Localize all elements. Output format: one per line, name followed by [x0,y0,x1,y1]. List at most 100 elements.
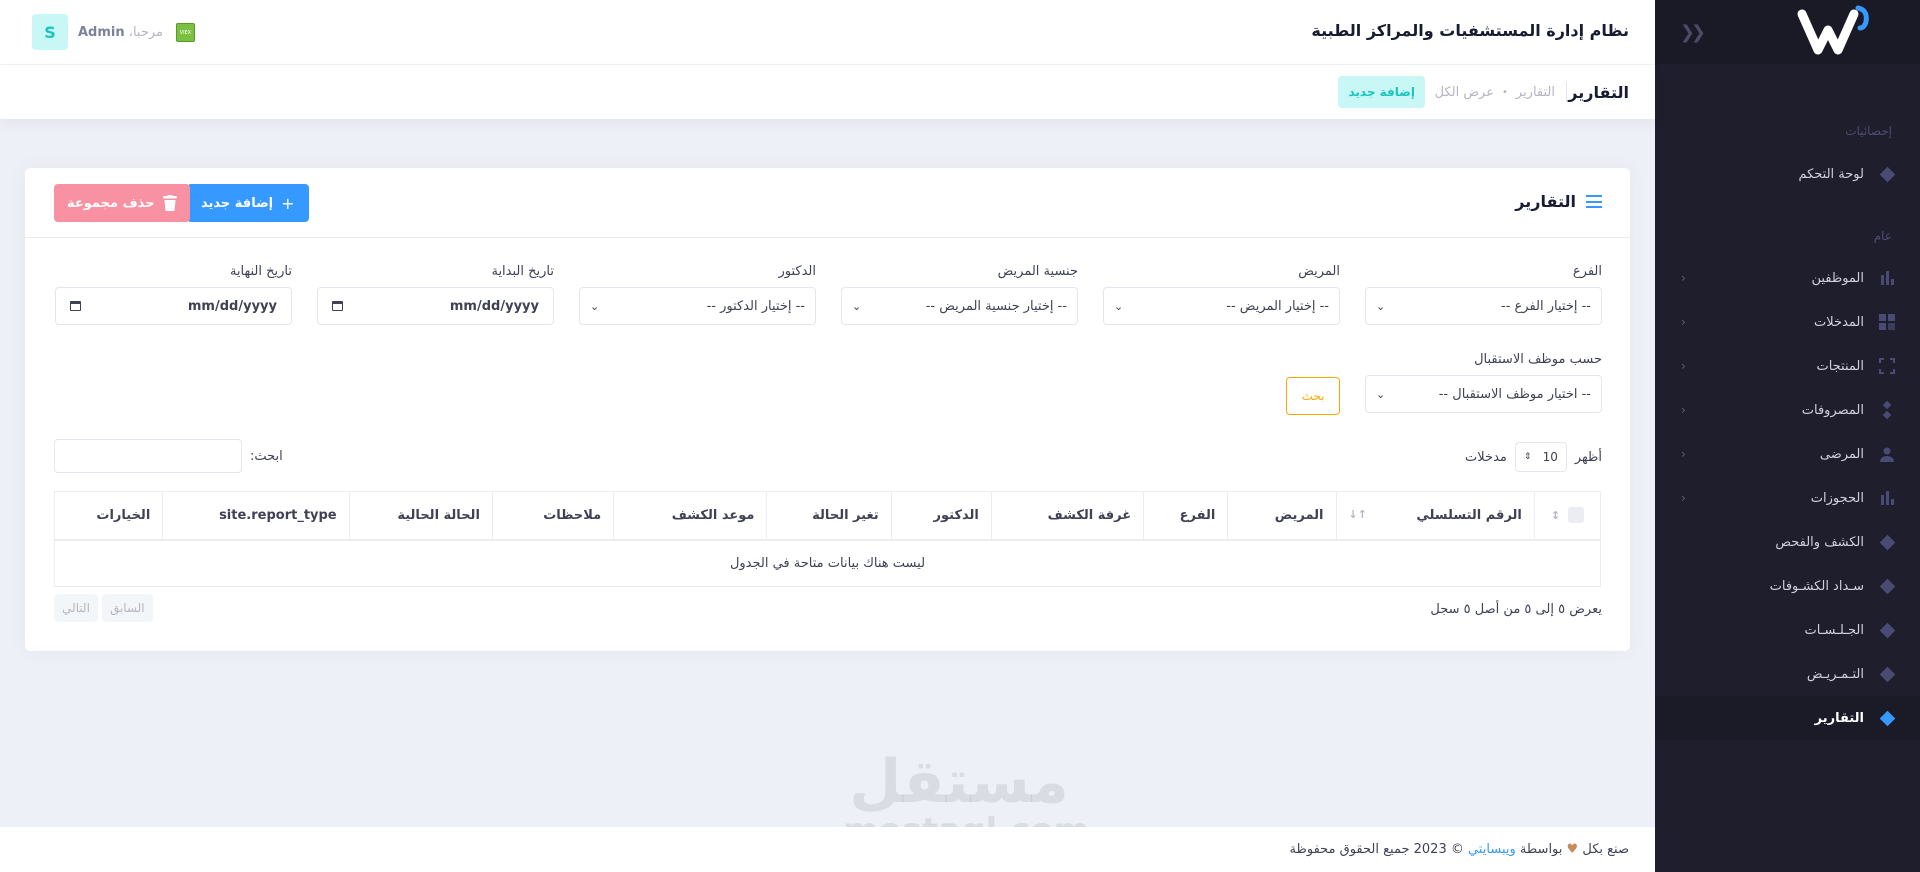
page-title: التقارير [1568,83,1629,102]
sidebar-item-label: الموظفين [1811,270,1864,286]
add-new-button[interactable]: + إضافة جديد [187,184,309,222]
col-branch[interactable]: الفرع [1143,491,1229,540]
page-length-control: أظهر 10 ⇕ مدخلات [1465,442,1602,472]
end-date-label: تاريخ النهاية [229,264,292,279]
sidebar-item-label: المدخلات [1814,314,1864,330]
search-button[interactable]: بحث [1286,377,1340,415]
diamond-icon [1878,709,1896,727]
sidebar-item-label: المصروفات [1801,402,1864,418]
col-options[interactable]: الخيارات [53,491,164,540]
breadcrumb-reports[interactable]: التقارير [1516,85,1555,100]
chevron-down-icon: ⌄ [1114,299,1124,313]
pagination: السابق التالي [54,594,153,622]
chevron-down-icon: ⌄ [590,299,600,313]
branch-select[interactable]: -- إختيار الفرع -- ⌄ [1365,287,1602,325]
doctor-select-value: -- إختيار الدكتور -- [706,298,805,314]
list-icon [1586,195,1602,208]
page-length-select[interactable]: 10 ⇕ [1514,442,1567,472]
end-date-input[interactable]: mm/dd/yyyy [55,287,292,325]
patient-label: المريض [1298,264,1340,279]
sidebar-item-nursing[interactable]: التـمـريـض [1655,652,1920,696]
sort-arrows-icon: ⇕ [1523,452,1532,462]
reports-table: ↕ الرقم التسلسلي ↑↓ المريض الفرع غرفة الك… [53,491,1602,587]
top-header: نظام إدارة المستشفيات والمراكز الطبية VI… [0,0,1655,65]
card-header: التقارير + إضافة جديد حذف مجموعة [25,168,1630,238]
user-greeting: مرحبا، Admin [78,25,163,40]
patient-select-value: -- إختيار المريض -- [1226,298,1329,314]
table-search-input[interactable] [54,439,242,473]
col-exam-room[interactable]: غرفة الكشف [990,491,1145,540]
company-link[interactable]: ويبسايتي [1468,842,1516,857]
select-all-checkbox[interactable] [1568,507,1585,524]
sidebar-item-reports[interactable]: التقارير [1655,696,1920,740]
next-page-button[interactable]: التالي [54,594,98,622]
reception-select[interactable]: -- اختيار موظف الاستقبال -- ⌄ [1365,375,1602,413]
sidebar-item-label: الجـلـسـات [1804,622,1865,638]
patient-select[interactable]: -- إختيار المريض -- ⌄ [1103,287,1340,325]
doctor-label: الدكتور [778,264,816,279]
diamonds-icon [1878,401,1896,419]
bar-chart-icon [1878,269,1896,287]
start-date-input[interactable]: mm/dd/yyyy [317,287,554,325]
sidebar-item-products[interactable]: المنتجات ‹ [1655,344,1920,388]
nationality-filter: جنسية المريض -- إختيار جنسية المريض -- ⌄ [841,264,1078,325]
sidebar-item-patients[interactable]: المرضى ‹ [1655,432,1920,476]
sidebar-item-expenses[interactable]: المصروفات ‹ [1655,388,1920,432]
col-exam-date[interactable]: موعد الكشف [613,491,768,540]
language-flag-icon[interactable]: VIEX [176,23,195,42]
select-all-header[interactable]: ↕ [1533,491,1602,540]
prev-page-button[interactable]: السابق [101,594,153,622]
subheader-divider [1566,82,1567,102]
footer: صنع بكل ♥ بواسطة ويبسايتي © 2023 جميع ال… [0,827,1655,872]
user-icon [1878,445,1896,463]
nationality-select[interactable]: -- إختيار جنسية المريض -- ⌄ [841,287,1078,325]
col-change-status[interactable]: تغير الحالة [766,491,892,540]
reception-label: حسب موظف الاستقبال [1474,352,1602,367]
avatar[interactable]: S [32,14,68,50]
chevron-left-icon: ‹ [1681,315,1686,329]
chevron-down-icon: ⌄ [852,299,862,313]
sidebar-item-payments[interactable]: سـداد الكشـوفات [1655,564,1920,608]
chevron-down-icon: ⌄ [1376,299,1386,313]
user-menu[interactable]: مرحبا، Admin S [32,14,163,50]
sidebar-item-inputs[interactable]: المدخلات ‹ [1655,300,1920,344]
start-date-filter: تاريخ البداية mm/dd/yyyy [317,264,554,325]
calendar-icon[interactable] [70,301,81,311]
entries-label: مدخلات [1465,449,1507,465]
add-new-subheader-button[interactable]: إضافة جديد [1338,76,1425,108]
calendar-icon[interactable] [332,301,343,311]
col-report-type[interactable]: site.report_type [162,491,350,540]
col-doctor[interactable]: الدكتور [890,491,992,540]
diamond-icon [1878,577,1896,595]
flag-label: VIEX [179,30,192,36]
footer-text: صنع بكل ♥ بواسطة ويبسايتي © 2023 جميع ال… [1290,842,1629,857]
bar-chart-icon [1878,489,1896,507]
end-date-value: mm/dd/yyyy [187,298,277,314]
diamond-icon [1878,621,1896,639]
reports-card: التقارير + إضافة جديد حذف مجموعة الفرع -… [25,168,1630,651]
sidebar-section-general: عام [1873,229,1892,243]
col-notes[interactable]: ملاحظات [491,491,615,540]
doctor-select[interactable]: -- إختيار الدكتور -- ⌄ [579,287,816,325]
bulk-delete-button[interactable]: حذف مجموعة [54,184,190,222]
reception-select-value: -- اختيار موظف الاستقبال -- [1438,386,1591,402]
user-name: Admin [78,24,125,40]
card-title-text: التقارير [1515,192,1576,211]
diamond-icon [1878,665,1896,683]
breadcrumb-view-all[interactable]: عرض الكل [1435,85,1494,100]
sidebar-item-bookings[interactable]: الحجوزات ‹ [1655,476,1920,520]
start-date-value: mm/dd/yyyy [449,298,539,314]
col-patient[interactable]: المريض [1227,491,1337,540]
footer-made-with: صنع بكل [1582,842,1629,857]
nationality-select-value: -- إختيار جنسية المريض -- [925,298,1067,314]
sort-icon: ↕ [1550,508,1561,522]
sidebar-item-examination[interactable]: الكشف والفحص [1655,520,1920,564]
col-serial[interactable]: الرقم التسلسلي ↑↓ [1335,491,1535,540]
col-current-status[interactable]: الحالة الحالية [348,491,493,540]
sidebar-item-sessions[interactable]: الجـلـسـات [1655,608,1920,652]
start-date-label: تاريخ البداية [491,264,554,279]
sidebar-toggle-icon[interactable]: ❮❮ [1680,22,1706,43]
chevron-left-icon: ‹ [1681,447,1686,461]
sidebar-item-dashboard[interactable]: لوحة التحكم [1655,152,1920,196]
sidebar-item-employees[interactable]: الموظفين ‹ [1655,256,1920,300]
